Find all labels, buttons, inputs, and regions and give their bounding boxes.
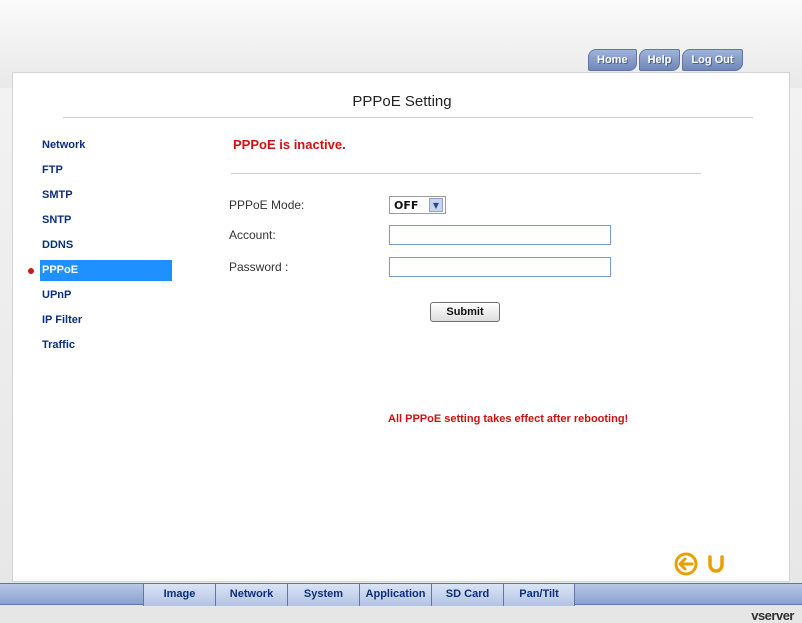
content-panel: PPPoE Setting Network FTP SMTP SNTP DDNS… bbox=[12, 72, 790, 582]
status-divider bbox=[231, 173, 701, 175]
brand-logo: vserver bbox=[751, 608, 794, 623]
tab-sd-card[interactable]: SD Card bbox=[431, 584, 503, 606]
tab-system[interactable]: System bbox=[287, 584, 359, 606]
password-label: Password : bbox=[229, 260, 289, 274]
submit-button[interactable]: Submit bbox=[430, 302, 500, 322]
sidebar-item-label: PPPoE bbox=[42, 264, 79, 276]
sidebar-item-pppoe[interactable]: PPPoE bbox=[28, 260, 172, 281]
top-nav: Home Help Log Out bbox=[588, 49, 743, 71]
home-button[interactable]: Home bbox=[588, 49, 637, 71]
pppoe-mode-label: PPPoE Mode: bbox=[229, 198, 305, 212]
password-row: Password : bbox=[229, 256, 611, 278]
pppoe-mode-row: PPPoE Mode: OFF ▼ bbox=[229, 194, 446, 216]
page-title: PPPoE Setting bbox=[352, 93, 452, 110]
logout-button[interactable]: Log Out bbox=[682, 49, 743, 71]
back-arrow-icon[interactable] bbox=[673, 551, 699, 577]
sidebar-item-upnp[interactable]: UPnP bbox=[40, 283, 190, 308]
refresh-icon[interactable] bbox=[703, 551, 729, 577]
account-row: Account: bbox=[229, 224, 611, 246]
sidebar-item-network[interactable]: Network bbox=[40, 133, 190, 158]
account-label: Account: bbox=[229, 228, 276, 242]
tab-image[interactable]: Image bbox=[143, 584, 215, 606]
pppoe-mode-select[interactable]: OFF ▼ bbox=[389, 196, 446, 214]
tab-pan-tilt[interactable]: Pan/Tilt bbox=[503, 584, 575, 606]
tab-application[interactable]: Application bbox=[359, 584, 431, 606]
sidebar-item-ip-filter[interactable]: IP Filter bbox=[40, 308, 190, 333]
sidebar-item-ftp[interactable]: FTP bbox=[40, 158, 190, 183]
help-button[interactable]: Help bbox=[638, 49, 681, 71]
tab-network[interactable]: Network bbox=[215, 584, 287, 606]
bottom-tabs: Image Network System Application SD Card… bbox=[143, 584, 575, 606]
sidebar-item-smtp[interactable]: SMTP bbox=[40, 183, 190, 208]
bottom-nav: Image Network System Application SD Card… bbox=[0, 583, 802, 606]
sidebar-item-sntp[interactable]: SNTP bbox=[40, 208, 190, 233]
password-input[interactable] bbox=[389, 257, 611, 277]
bullet-icon bbox=[28, 268, 34, 274]
sidebar: Network FTP SMTP SNTP DDNS PPPoE UPnP IP… bbox=[28, 133, 190, 358]
sidebar-item-ddns[interactable]: DDNS bbox=[40, 233, 190, 258]
account-input[interactable] bbox=[389, 225, 611, 245]
sidebar-item-traffic[interactable]: Traffic bbox=[40, 333, 190, 358]
back-icons bbox=[673, 551, 729, 577]
pppoe-mode-value: OFF bbox=[394, 198, 419, 212]
reboot-note: All PPPoE setting takes effect after reb… bbox=[388, 413, 629, 425]
title-divider bbox=[63, 117, 753, 119]
chevron-down-icon: ▼ bbox=[429, 198, 443, 212]
status-message: PPPoE is inactive. bbox=[233, 137, 346, 152]
